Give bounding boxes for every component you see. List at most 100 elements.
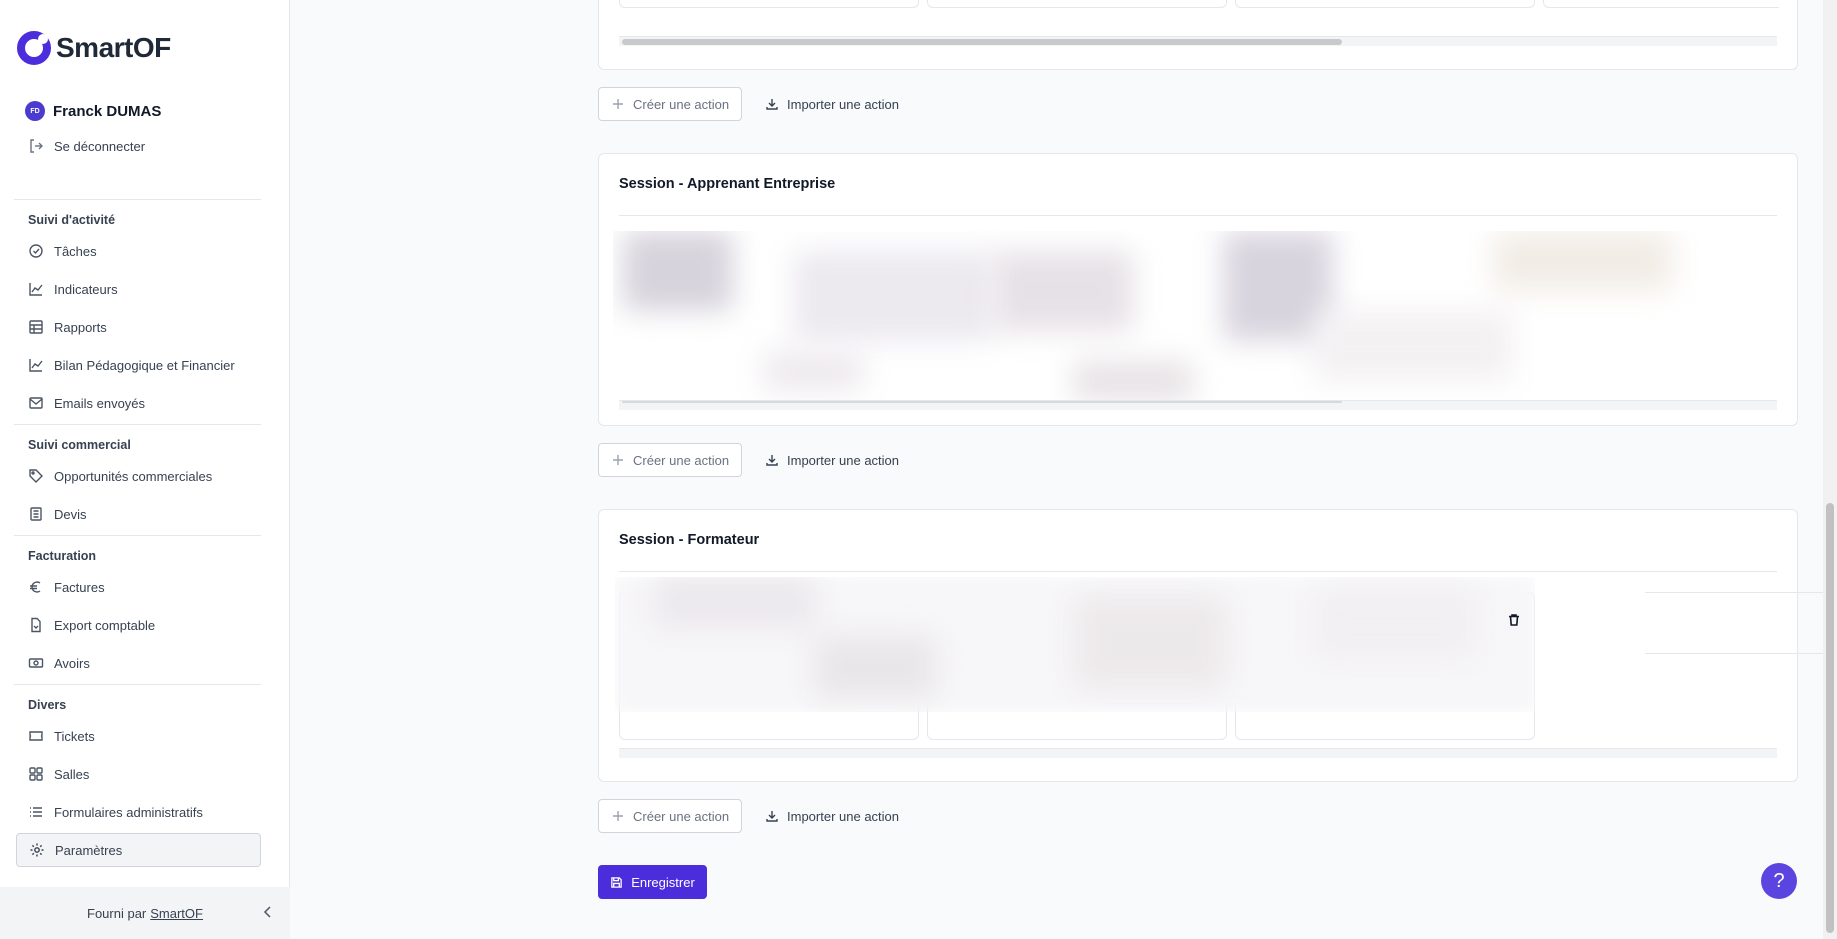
actions-list-blurred [615, 577, 1535, 712]
sidebar-item-label: Rapports [54, 319, 107, 335]
action-card[interactable] [619, 0, 919, 8]
action-card[interactable] [927, 0, 1227, 8]
logout-button[interactable]: Se déconnecter [28, 138, 145, 154]
sidebar-item-salles[interactable]: Salles [16, 757, 261, 791]
divider [14, 535, 261, 536]
sidebar-item-label: Avoirs [54, 655, 90, 671]
download-icon [766, 455, 778, 466]
create-action-label: Créer une action [633, 452, 730, 468]
tag-icon [28, 468, 44, 484]
brand-name: SmartOF [56, 32, 171, 63]
sidebar-item-label: Devis [54, 506, 87, 522]
sidebar-item-emails[interactable]: Emails envoyés [16, 386, 261, 420]
session-card-formateur: Session - Formateur [598, 509, 1837, 782]
import-action-button[interactable]: Importer une action [765, 799, 899, 833]
avatar: FD [25, 101, 45, 121]
sidebar-item-rapports[interactable]: Rapports [16, 310, 261, 344]
check-circle-icon [28, 243, 44, 259]
create-action-button[interactable]: Créer une action [598, 87, 743, 121]
sidebar-item-label: Tickets [54, 728, 95, 744]
sidebar-item-label: Export comptable [54, 617, 156, 633]
download-icon [766, 99, 778, 110]
trash-icon[interactable] [1507, 613, 1521, 627]
blurred-block [763, 351, 863, 391]
session-card [598, 0, 1798, 70]
blurred-block [1315, 587, 1475, 657]
action-card[interactable] [1235, 0, 1535, 8]
action-card[interactable] [1543, 0, 1779, 8]
blurred-block [793, 251, 993, 341]
sidebar-item-indicateurs[interactable]: Indicateurs [16, 272, 261, 306]
create-action-label: Créer une action [633, 808, 730, 824]
section-title-suivi-commercial: Suivi commercial [28, 438, 131, 452]
sidebar-item-export-comptable[interactable]: Export comptable [16, 608, 261, 642]
sidebar-item-label: Emails envoyés [54, 395, 146, 411]
section-title-facturation: Facturation [28, 549, 97, 563]
sidebar-item-label: Indicateurs [54, 281, 118, 297]
action-card-header [1645, 592, 1837, 654]
sidebar: SmartOF FD Franck DUMAS Se déconnecter S… [0, 0, 290, 939]
import-action-label: Importer une action [787, 808, 900, 824]
footer-smartof-link[interactable]: SmartOF [150, 906, 203, 921]
gear-icon [29, 842, 45, 858]
list-icon [28, 804, 44, 820]
sidebar-item-avoirs[interactable]: Avoirs [16, 646, 261, 680]
divider [619, 571, 1777, 572]
divider [14, 684, 261, 685]
plus-icon [613, 99, 623, 109]
user-name: Franck DUMAS [53, 102, 162, 120]
vertical-scrollbar[interactable] [1823, 0, 1837, 939]
scrollbar-thumb[interactable] [622, 39, 1342, 45]
save-icon [611, 876, 622, 888]
horizontal-scrollbar[interactable] [619, 748, 1777, 758]
smartof-logo[interactable]: SmartOF [16, 30, 171, 66]
divider [14, 424, 261, 425]
scrollbar-thumb[interactable] [1826, 503, 1834, 933]
sidebar-item-parametres[interactable]: Paramètres [16, 833, 261, 867]
plus-icon [613, 811, 623, 821]
import-action-label: Importer une action [787, 452, 900, 468]
sidebar-item-devis[interactable]: Devis [16, 497, 261, 531]
blurred-block [1073, 361, 1193, 401]
sidebar-item-label: Tâches [54, 243, 97, 259]
user-profile: FD Franck DUMAS [25, 101, 161, 121]
scrollbar-thumb[interactable] [622, 401, 1342, 403]
horizontal-scrollbar[interactable] [619, 36, 1777, 46]
sidebar-item-formulaires[interactable]: Formulaires administratifs [16, 795, 261, 829]
plus-icon [613, 455, 623, 465]
grid-icon [28, 766, 44, 782]
sidebar-item-opportunites[interactable]: Opportunités commerciales [16, 459, 261, 493]
save-button[interactable]: Enregistrer [598, 865, 707, 899]
import-action-label: Importer une action [787, 96, 900, 112]
section-title-divers: Divers [28, 698, 67, 712]
help-button[interactable]: ? [1761, 863, 1797, 899]
card-title: Session - Formateur [619, 532, 760, 548]
horizontal-scrollbar[interactable] [619, 400, 1777, 410]
divider [14, 199, 261, 200]
blurred-block [1493, 231, 1673, 291]
sidebar-item-bilan[interactable]: Bilan Pédagogique et Financier [16, 348, 261, 382]
card-title: Session - Apprenant Entreprise [619, 176, 836, 192]
import-action-button[interactable]: Importer une action [765, 87, 899, 121]
banknote-icon [28, 655, 44, 671]
logout-label: Se déconnecter [54, 138, 146, 154]
sidebar-item-label: Factures [54, 579, 105, 595]
blurred-block [993, 251, 1133, 331]
save-label: Enregistrer [631, 874, 695, 890]
smartof-logo-icon [17, 31, 51, 65]
line-chart-icon [28, 281, 44, 297]
create-action-button[interactable]: Créer une action [598, 443, 743, 477]
create-action-label: Créer une action [633, 96, 730, 112]
table-icon [28, 319, 44, 335]
blurred-block [815, 637, 935, 697]
import-action-button[interactable]: Importer une action [765, 443, 899, 477]
sidebar-item-taches[interactable]: Tâches [16, 234, 261, 268]
line-chart-icon [28, 357, 44, 373]
euro-icon [28, 579, 44, 595]
sidebar-item-factures[interactable]: Factures [16, 570, 261, 604]
create-action-button[interactable]: Créer une action [598, 799, 743, 833]
file-export-icon [28, 617, 44, 633]
sidebar-item-label: Opportunités commerciales [54, 468, 213, 484]
sidebar-item-tickets[interactable]: Tickets [16, 719, 261, 753]
chevron-left-icon[interactable] [260, 904, 276, 920]
